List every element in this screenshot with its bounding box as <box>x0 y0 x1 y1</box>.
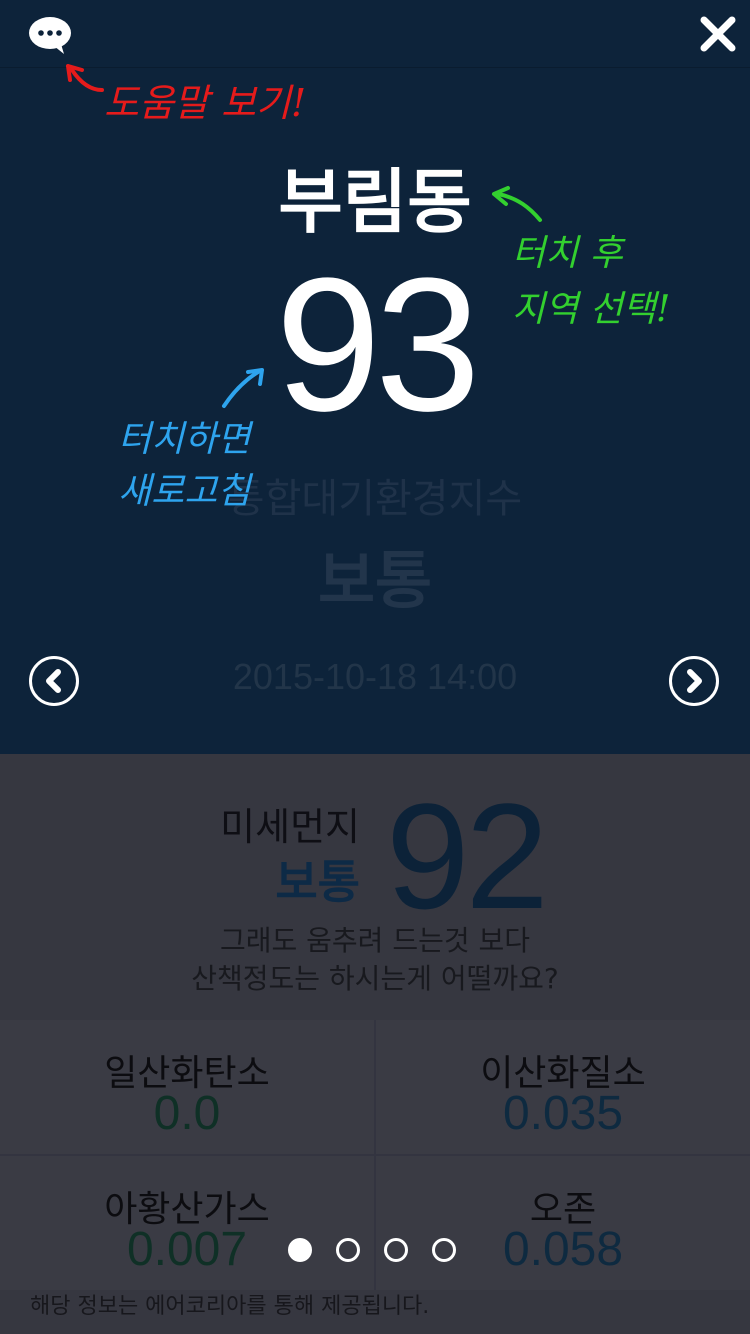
aqi-status: 보통 <box>317 544 433 617</box>
aqi-label: 통합대기환경지수 <box>227 476 523 522</box>
pollutant-value: 0.007 <box>126 1223 248 1276</box>
chevron-left-icon <box>46 669 61 693</box>
aqi-value[interactable]: 93 <box>0 250 750 440</box>
prev-button[interactable] <box>29 656 79 706</box>
timestamp: 2015-10-18 14:00 <box>232 656 518 697</box>
next-button[interactable] <box>669 656 719 706</box>
dust-status: 보통 <box>275 855 360 909</box>
footer-note: 해당 정보는 에어코리아를 통해 제공됩니다. <box>30 1294 430 1319</box>
help-arrow-icon <box>66 64 104 92</box>
page-dot[interactable] <box>432 1238 456 1262</box>
close-button[interactable] <box>698 14 738 54</box>
dust-message-line2: 산책정도는 하시는게 어떨까요? <box>191 962 559 995</box>
air-quality-panel: 도움말 보기! 터치 후 지역 선택! 터치하면 새로고침 부림동 93 통합대… <box>0 0 750 754</box>
refresh-note-line1: 터치하면 <box>118 419 251 460</box>
refresh-note: 터치하면 새로고침 <box>118 414 250 518</box>
refresh-note-line2: 새로고침 <box>118 471 251 512</box>
pollutant-cell: 일산화탄소 0.0 <box>0 1020 374 1154</box>
dust-name: 미세먼지 <box>220 805 360 849</box>
pollutant-grid: 일산화탄소 0.0 이산화질소 0.035 아황산가스 0.007 오존 0.0… <box>0 1020 750 1290</box>
help-note: 도움말 보기! <box>104 81 307 125</box>
chevron-right-icon <box>687 669 702 693</box>
speech-bubble-icon <box>29 17 71 54</box>
pollutant-value: 0.035 <box>502 1087 624 1140</box>
close-icon <box>700 16 736 52</box>
pollutant-cell: 오존 0.058 <box>376 1156 750 1290</box>
dust-message: 그래도 움추려 드는것 보다 산책정도는 하시는게 어떨까요? <box>0 922 750 998</box>
top-divider <box>0 67 750 68</box>
dust-message-line1: 그래도 움추려 드는것 보다 <box>219 924 531 957</box>
location-selector[interactable]: 부림동 <box>0 146 750 247</box>
pollutant-value: 0.0 <box>153 1087 221 1140</box>
page-dot[interactable] <box>384 1238 408 1262</box>
grid-divider <box>0 1154 750 1156</box>
pollutant-cell: 아황산가스 0.007 <box>0 1156 374 1290</box>
page-dot[interactable] <box>336 1238 360 1262</box>
dust-value: 92 <box>386 772 549 940</box>
pollutant-cell: 이산화질소 0.035 <box>376 1020 750 1154</box>
page-dot[interactable] <box>288 1238 312 1262</box>
help-button[interactable] <box>28 16 74 56</box>
